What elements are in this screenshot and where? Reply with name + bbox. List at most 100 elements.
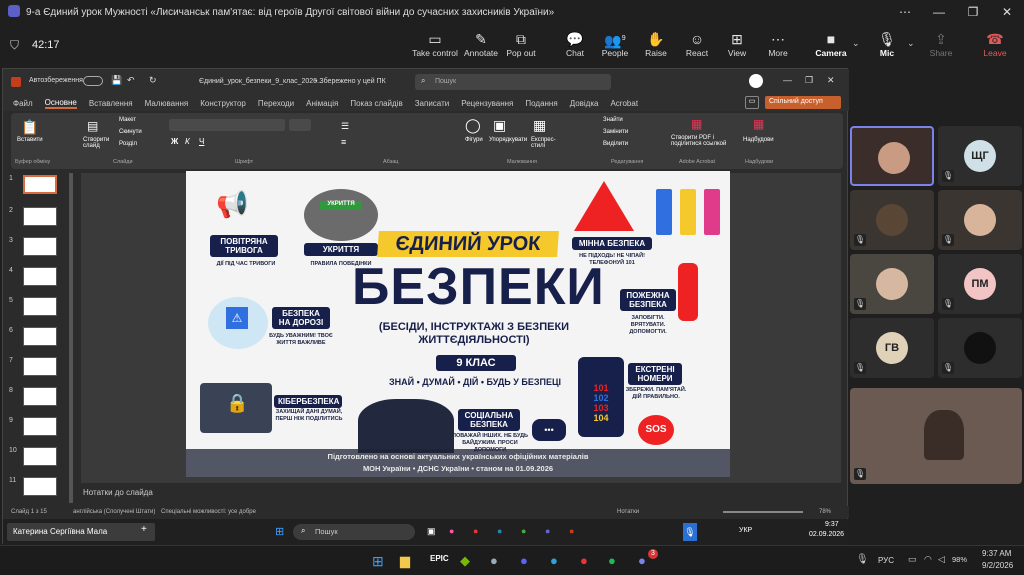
font-size-select[interactable]	[289, 119, 311, 131]
windows-start-icon[interactable]: ⊞	[275, 525, 284, 538]
slide-thumbnail[interactable]	[23, 297, 57, 316]
keyboard-language[interactable]: РУС	[878, 556, 894, 565]
participant-tile[interactable]: 🎙	[850, 190, 934, 250]
nvidia-icon[interactable]: ◆	[460, 553, 470, 569]
align-icon[interactable]: ≡	[341, 137, 346, 147]
participant-tile[interactable]: ПМ 🎙	[938, 254, 1022, 314]
font-name-select[interactable]	[169, 119, 285, 131]
reset-button[interactable]: Скинути	[119, 129, 142, 135]
save-status[interactable]: • Збережено у цей ПК	[315, 78, 386, 85]
participant-tile[interactable]: 🎙	[850, 254, 934, 314]
bold-icon[interactable]: Ж	[171, 137, 178, 146]
tab-view[interactable]: Подання	[525, 99, 557, 108]
pdf-icon[interactable]: ▦	[691, 117, 702, 131]
thumbnail-splitter[interactable]	[69, 173, 73, 503]
screen-tray-icon[interactable]: ▭	[908, 554, 917, 565]
notes-pane[interactable]: Нотатки до слайда	[83, 488, 843, 502]
arrange-button[interactable]: Упорядкувати	[489, 137, 527, 143]
teams-icon[interactable]: ●	[638, 553, 646, 568]
tab-record[interactable]: Записати	[415, 99, 450, 108]
tab-help[interactable]: Довідка	[570, 99, 599, 108]
people-button[interactable]: 👥9 People	[592, 30, 638, 58]
camera-button[interactable]: ■ Camera	[808, 30, 854, 58]
participant-tile[interactable]: 🎙	[938, 190, 1022, 250]
wifi-icon[interactable]: ◠	[924, 554, 932, 565]
participant-tile[interactable]: ГВ 🎙	[850, 318, 934, 378]
share-button[interactable]: ⇪ Share	[918, 30, 964, 58]
language-status[interactable]: англійська (Сполучені Штати)	[73, 509, 155, 515]
minimize-icon[interactable]: —	[922, 0, 956, 24]
tab-animations[interactable]: Анімація	[306, 99, 338, 108]
tab-review[interactable]: Рецензування	[461, 99, 513, 108]
paste-button[interactable]: Вставити	[17, 137, 43, 143]
chrome-icon[interactable]: ●	[580, 553, 588, 568]
notes-button[interactable]: Нотатки	[617, 509, 639, 515]
zoom-slider[interactable]	[723, 511, 803, 513]
view-button[interactable]: ⊞ View	[714, 30, 760, 58]
chrome-icon[interactable]: ●	[473, 526, 478, 536]
undo-icon[interactable]: ↶	[127, 75, 135, 86]
microphone-icon[interactable]: 🎙	[683, 523, 697, 541]
volume-icon[interactable]: ◁	[938, 554, 945, 565]
task-view-icon[interactable]: ▣	[427, 526, 436, 537]
teams-icon[interactable]: ●	[545, 526, 550, 536]
copilot-icon[interactable]: ●	[449, 526, 454, 536]
maximize-icon[interactable]: ❐	[956, 0, 990, 24]
select-button[interactable]: Виділити	[603, 141, 628, 147]
tab-insert[interactable]: Вставлення	[89, 99, 133, 108]
user-avatar[interactable]	[749, 74, 763, 88]
take-control-button[interactable]: ▭ Take control	[412, 30, 458, 58]
telegram-icon[interactable]: ●	[550, 553, 558, 568]
autosave-toggle[interactable]	[83, 76, 103, 86]
camera-chevron-icon[interactable]: ⌄	[852, 38, 860, 49]
slide-thumbnail[interactable]	[23, 477, 57, 496]
zoom-level[interactable]: 78%	[819, 509, 831, 515]
bullets-icon[interactable]: ☰	[341, 121, 349, 132]
participant-tile[interactable]: 🎙	[938, 318, 1022, 378]
more-button[interactable]: ⋯ More	[755, 30, 801, 58]
spotify-icon[interactable]: ●	[608, 553, 616, 568]
pop-out-button[interactable]: ⧉ Pop out	[498, 30, 544, 58]
slide-thumbnail[interactable]	[23, 417, 57, 436]
participant-tile[interactable]: ЩГ 🎙	[938, 126, 1022, 186]
italic-icon[interactable]: К	[185, 137, 190, 146]
tab-design[interactable]: Конструктор	[200, 99, 246, 108]
raise-hand-button[interactable]: ✋ Raise	[633, 30, 679, 58]
plus-icon[interactable]: +	[141, 524, 147, 535]
file-explorer-icon[interactable]: ▆	[400, 553, 410, 569]
telegram-icon[interactable]: ●	[497, 526, 502, 536]
find-button[interactable]: Знайти	[603, 117, 623, 123]
windows-start-icon[interactable]: ⊞	[372, 553, 384, 570]
tab-acrobat[interactable]: Acrobat	[610, 99, 638, 108]
mic-off-tray-icon[interactable]: 🎙	[856, 554, 869, 565]
ppt-maximize-icon[interactable]: ❐	[805, 75, 813, 86]
steam-icon[interactable]: ●	[490, 553, 498, 568]
save-icon[interactable]: 💾	[111, 75, 122, 86]
leave-button[interactable]: ☎ Leave	[972, 30, 1018, 58]
tab-home[interactable]: Основне	[44, 98, 77, 109]
inner-search-box[interactable]: ⌕ Пошук	[293, 524, 415, 540]
shapes-icon[interactable]: ◯	[465, 117, 481, 134]
layout-button[interactable]: Макет	[119, 117, 136, 123]
slide-thumbnail[interactable]	[23, 387, 57, 406]
slide-thumbnail[interactable]	[23, 327, 57, 346]
comments-icon[interactable]: ▭	[745, 96, 759, 109]
slide-thumbnail[interactable]	[23, 447, 57, 466]
ppt-search-box[interactable]: ⌕ Пошук	[415, 74, 611, 90]
participant-tile[interactable]	[850, 126, 934, 186]
slide-thumbnail[interactable]	[23, 267, 57, 286]
share-access-button[interactable]: Спільний доступ	[765, 96, 841, 109]
underline-icon[interactable]: Ч	[199, 137, 204, 146]
ppt-minimize-icon[interactable]: —	[783, 75, 792, 85]
slide-thumbnail[interactable]	[23, 175, 57, 194]
slide-thumbnail[interactable]	[23, 207, 57, 226]
more-options-icon[interactable]: ⋯	[888, 0, 922, 24]
powerpoint-icon[interactable]: ●	[569, 526, 574, 536]
accessibility-status[interactable]: Спеціальні можливості: усе добре	[161, 509, 256, 515]
arrange-icon[interactable]: ▣	[493, 117, 506, 134]
quick-styles-icon[interactable]: ▦	[533, 117, 546, 134]
discord-icon[interactable]: ●	[520, 553, 528, 568]
addins-icon[interactable]: ▦	[753, 117, 764, 131]
close-icon[interactable]: ✕	[990, 0, 1024, 24]
new-slide-button[interactable]: Створити слайд	[83, 137, 113, 149]
